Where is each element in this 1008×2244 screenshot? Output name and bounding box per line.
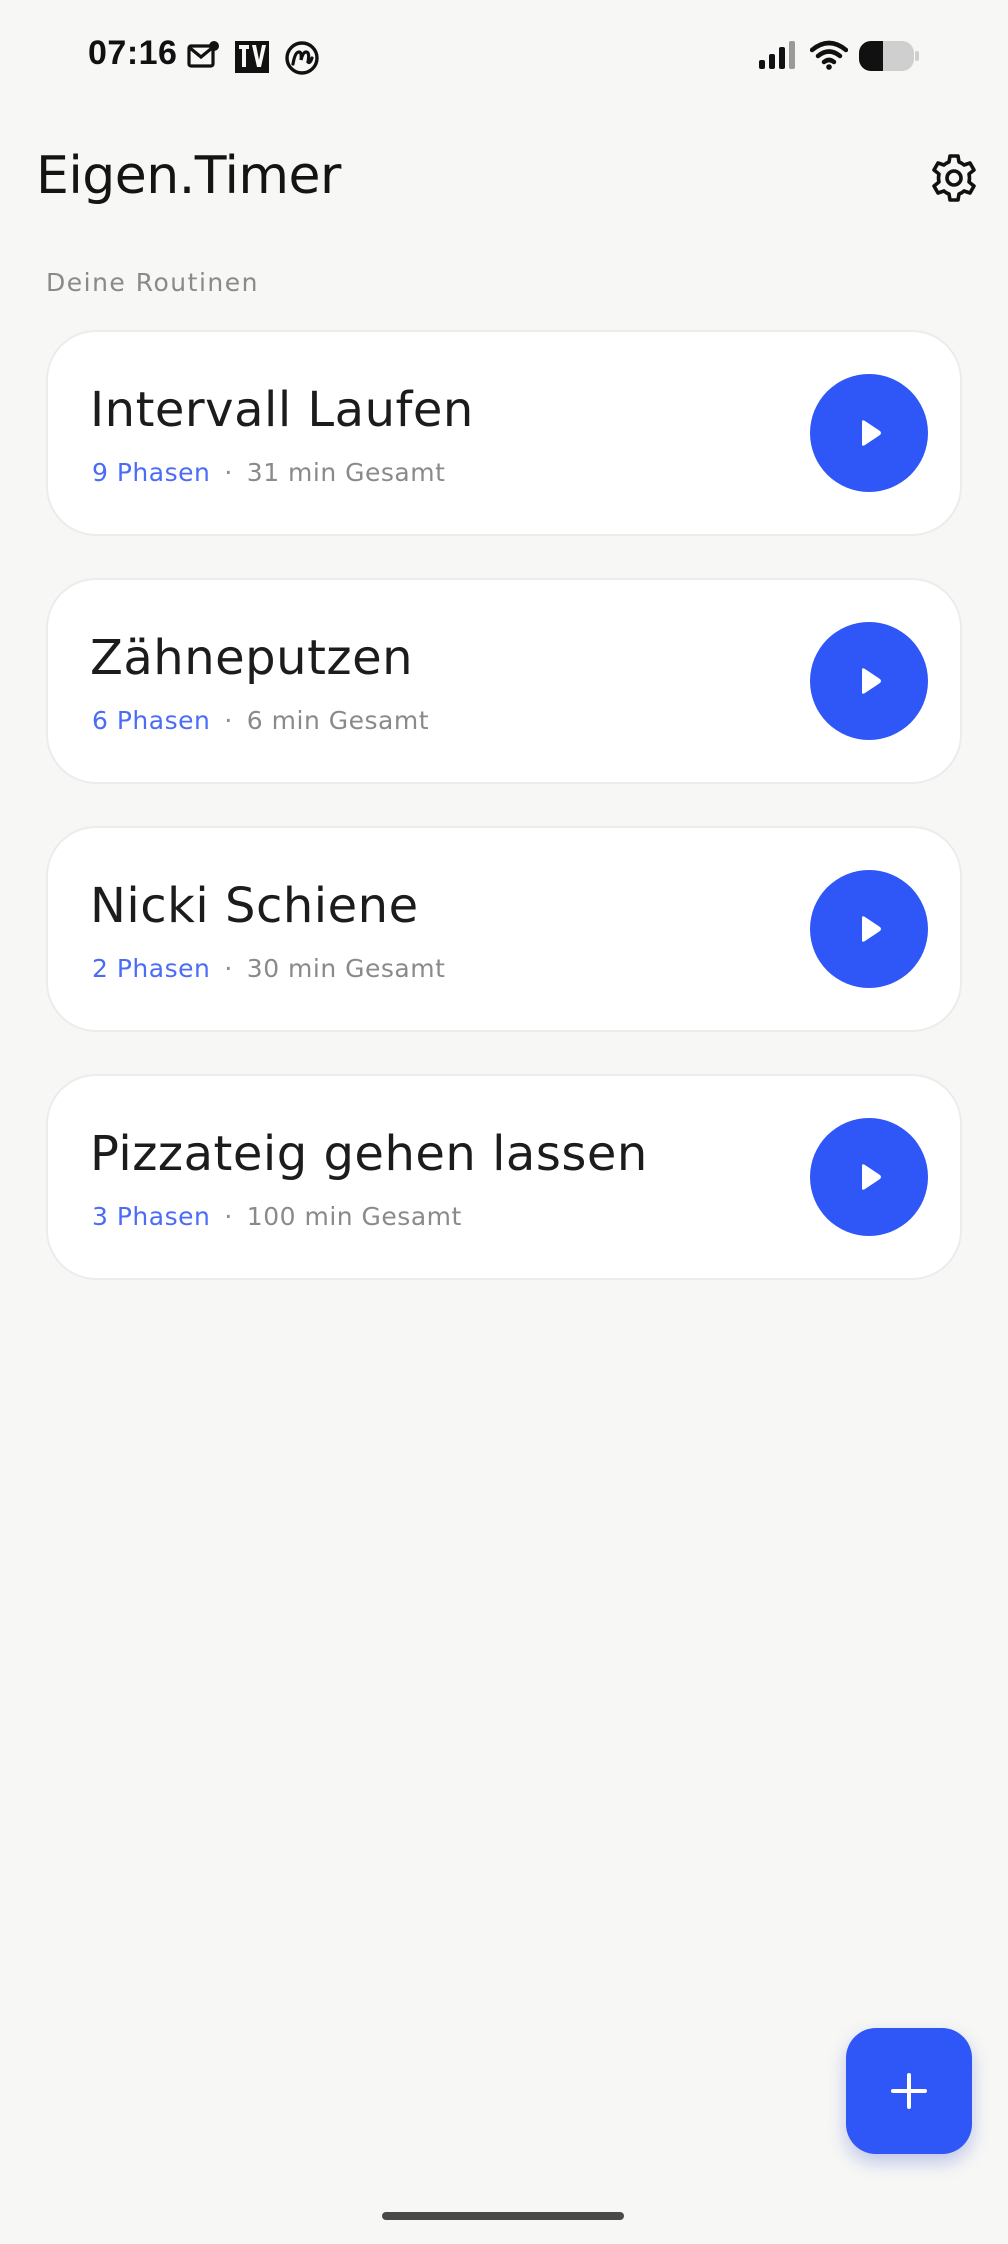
meta-separator: · <box>224 1202 233 1231</box>
routine-meta: 9 Phasen · 31 min Gesamt <box>92 458 445 487</box>
routine-name: Zähneputzen <box>90 630 414 686</box>
play-button[interactable] <box>810 374 928 492</box>
section-label: Deine Routinen <box>46 268 259 297</box>
play-button[interactable] <box>810 870 928 988</box>
routine-card[interactable]: Pizzateig gehen lassen 3 Phasen · 100 min … <box>46 1074 962 1280</box>
meta-separator: · <box>224 706 233 735</box>
signal-icon <box>759 41 795 69</box>
play-icon <box>862 916 881 942</box>
meta-separator: · <box>224 458 233 487</box>
routine-card[interactable]: Nicki Schiene 2 Phasen · 30 min Gesamt <box>46 826 962 1032</box>
routine-meta: 2 Phasen · 30 min Gesamt <box>92 954 445 983</box>
at-sign-icon <box>285 41 319 75</box>
add-routine-button[interactable] <box>846 2028 972 2154</box>
home-indicator[interactable] <box>382 2212 624 2220</box>
wifi-icon <box>810 40 848 70</box>
battery-icon <box>859 41 919 71</box>
plus-icon <box>891 2073 927 2109</box>
settings-button[interactable] <box>922 146 986 210</box>
routine-phases: 6 Phasen <box>92 706 211 735</box>
routine-total-duration: 100 min Gesamt <box>246 1202 462 1231</box>
tv-app-icon <box>235 41 269 73</box>
play-icon <box>862 420 881 446</box>
mail-icon <box>187 41 219 68</box>
routine-total-duration: 6 min Gesamt <box>246 706 429 735</box>
app-title: Eigen.Timer <box>36 146 341 206</box>
routine-name: Nicki Schiene <box>90 878 419 934</box>
play-icon <box>862 1164 881 1190</box>
play-icon <box>862 668 881 694</box>
status-bar: 07:16 <box>0 0 1008 116</box>
routine-card[interactable]: Zähneputzen 6 Phasen · 6 min Gesamt <box>46 578 962 784</box>
routine-total-duration: 31 min Gesamt <box>246 458 446 487</box>
routine-total-duration: 30 min Gesamt <box>246 954 446 983</box>
routine-meta: 3 Phasen · 100 min Gesamt <box>92 1202 462 1231</box>
routine-card[interactable]: Intervall Laufen 9 Phasen · 31 min Gesamt <box>46 330 962 536</box>
routine-list: Intervall Laufen 9 Phasen · 31 min Gesamt … <box>46 330 962 1322</box>
routine-name: Intervall Laufen <box>90 382 474 438</box>
meta-separator: · <box>224 954 233 983</box>
status-time: 07:16 <box>88 34 178 72</box>
routine-phases: 3 Phasen <box>92 1202 211 1231</box>
routine-name: Pizzateig gehen lassen <box>90 1126 648 1182</box>
routine-meta: 6 Phasen · 6 min Gesamt <box>92 706 429 735</box>
play-button[interactable] <box>810 622 928 740</box>
routine-phases: 9 Phasen <box>92 458 211 487</box>
gear-icon <box>932 154 976 202</box>
play-button[interactable] <box>810 1118 928 1236</box>
routine-phases: 2 Phasen <box>92 954 211 983</box>
